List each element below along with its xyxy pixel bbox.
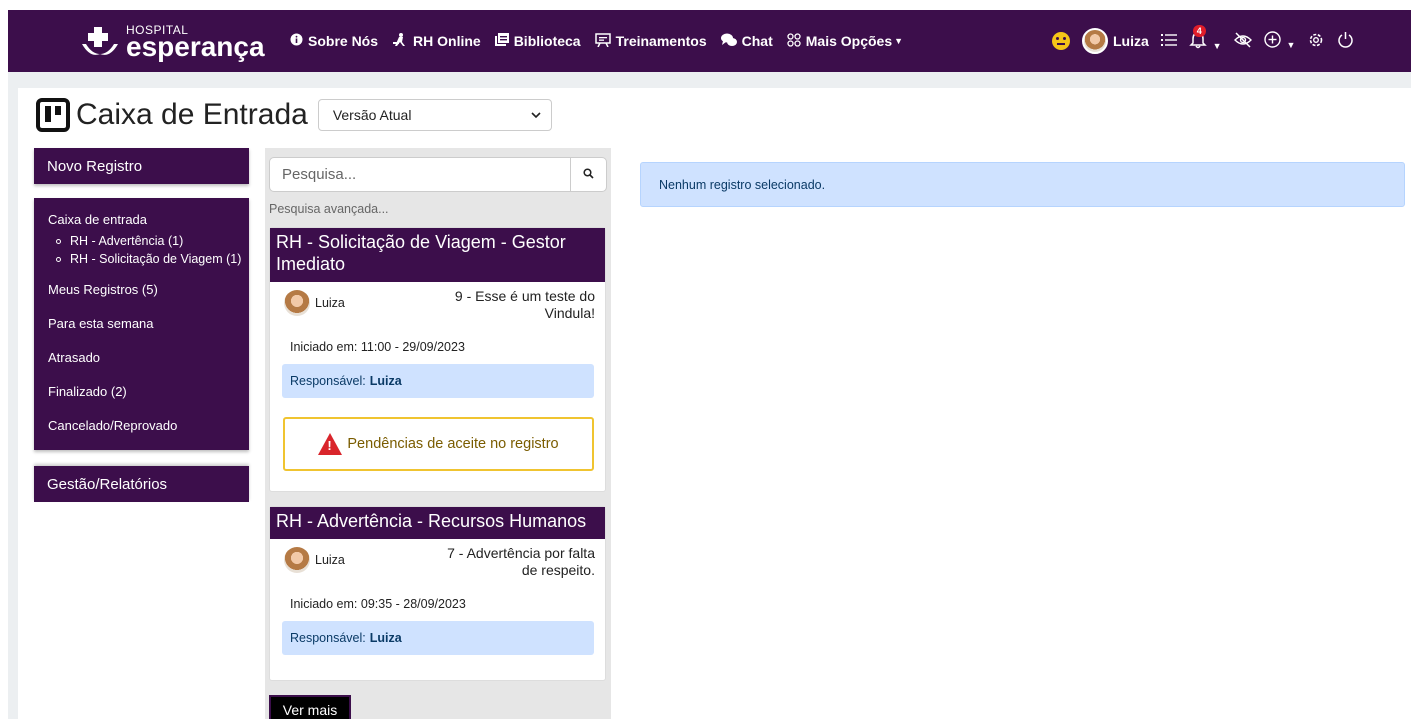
search-box bbox=[269, 157, 607, 192]
nav-mais-opcoes[interactable]: Mais Opções ▼ bbox=[787, 32, 904, 50]
avatar bbox=[284, 290, 310, 316]
person-carry-icon bbox=[392, 32, 408, 50]
advanced-search-link[interactable]: Pesquisa avançada... bbox=[269, 202, 389, 216]
emoji-status-icon[interactable] bbox=[1052, 32, 1070, 50]
caret-down-icon: ▼ bbox=[1212, 40, 1222, 51]
card-title: RH - Solicitação de Viagem - Gestor Imed… bbox=[270, 228, 605, 282]
sidebar-item-inbox[interactable]: Caixa de entrada bbox=[34, 206, 249, 232]
nav-treinamentos[interactable]: Treinamentos bbox=[594, 32, 707, 50]
user-name: Luiza bbox=[1113, 33, 1149, 49]
search-icon bbox=[583, 166, 594, 184]
gear-icon[interactable] bbox=[1307, 31, 1325, 52]
avatar bbox=[1082, 28, 1108, 54]
nav-label: Chat bbox=[741, 33, 773, 49]
list-icon[interactable] bbox=[1160, 33, 1177, 50]
card-title: RH - Advertência - Recursos Humanos bbox=[270, 507, 605, 539]
brand-logo[interactable]: HOSPITAL esperança bbox=[80, 20, 265, 64]
sidebar-item-label: Finalizado (2) bbox=[48, 383, 127, 399]
sidebar-item-late[interactable]: Atrasado bbox=[34, 340, 249, 374]
card-responsible-label: Responsável: bbox=[290, 374, 366, 388]
card-description: 9 - Esse é um teste do Vindula! bbox=[454, 288, 595, 321]
nav-rh-online[interactable]: RH Online bbox=[392, 32, 481, 50]
search-input[interactable] bbox=[270, 166, 570, 183]
power-icon[interactable] bbox=[1337, 31, 1354, 51]
page-header: Caixa de Entrada Versão Atual bbox=[36, 98, 552, 132]
training-icon bbox=[594, 32, 611, 50]
page-title: Caixa de Entrada bbox=[76, 98, 308, 131]
nav-label: Treinamentos bbox=[615, 33, 707, 49]
avatar bbox=[284, 547, 310, 573]
nav-label: Sobre Nós bbox=[308, 33, 379, 49]
library-icon bbox=[494, 33, 509, 49]
card-responsible-label: Responsável: bbox=[290, 631, 366, 645]
nav-chat[interactable]: Chat bbox=[720, 33, 773, 50]
alert-text: Pendências de aceite no registro bbox=[347, 436, 559, 452]
notifications-bell-icon[interactable]: 4 ▼ bbox=[1188, 24, 1222, 52]
new-record-button[interactable]: Novo Registro bbox=[34, 148, 249, 184]
see-more-button[interactable]: Ver mais bbox=[269, 695, 351, 719]
card-responsible: Responsável: Luiza bbox=[282, 364, 594, 398]
sidebar-subitem-viagem[interactable]: RH - Solicitação de Viagem (1) bbox=[56, 250, 249, 268]
management-reports-button[interactable]: Gestão/Relatórios bbox=[34, 466, 249, 502]
card-description: 7 - Advertência por falta de respeito. bbox=[447, 545, 595, 578]
sidebar-item-finished[interactable]: Finalizado (2) bbox=[34, 374, 249, 408]
notification-badge: 4 bbox=[1192, 24, 1206, 37]
eye-off-icon[interactable] bbox=[1233, 31, 1252, 51]
sidebar-item-label: Cancelado/Reprovado bbox=[48, 417, 178, 433]
card-user-name: Luiza bbox=[315, 296, 345, 310]
inbox-sublist: RH - Advertência (1) RH - Solicitação de… bbox=[34, 232, 249, 272]
card-responsible: Responsável: Luiza bbox=[282, 621, 594, 655]
grid-icon bbox=[787, 32, 801, 50]
sidebar-subitem-advertencia[interactable]: RH - Advertência (1) bbox=[56, 232, 249, 250]
card-user: Luiza bbox=[284, 547, 345, 573]
sidebar-item-my-records[interactable]: Meus Registros (5) bbox=[34, 272, 249, 306]
bullet-icon bbox=[56, 256, 61, 262]
nav-label: Biblioteca bbox=[513, 33, 581, 49]
caret-down-icon: ▼ bbox=[894, 36, 904, 46]
sidebar-item-label: Atrasado bbox=[48, 349, 101, 365]
card-responsible-name: Luiza bbox=[369, 631, 402, 645]
card-started-at: Iniciado em: 11:00 - 29/09/2023 bbox=[290, 340, 465, 354]
version-select[interactable]: Versão Atual bbox=[317, 99, 552, 131]
sidebar-item-label: Caixa de entrada bbox=[48, 211, 148, 227]
chat-icon bbox=[720, 33, 737, 50]
version-select-value: Versão Atual bbox=[332, 107, 412, 123]
sidebar-subitem-label: RH - Advertência (1) bbox=[70, 234, 184, 248]
kanban-board-icon bbox=[36, 98, 70, 132]
top-navbar: HOSPITAL esperança Sobre Nós RH Online B… bbox=[8, 10, 1411, 72]
record-card[interactable]: RH - Solicitação de Viagem - Gestor Imed… bbox=[269, 227, 606, 492]
top-strip bbox=[0, 0, 1411, 10]
caret-down-icon: ▼ bbox=[1286, 40, 1296, 50]
chevron-down-icon bbox=[531, 108, 541, 122]
card-user: Luiza bbox=[284, 290, 345, 316]
search-button[interactable] bbox=[570, 158, 606, 191]
sidebar-item-label: Para esta semana bbox=[48, 315, 154, 331]
sidebar: Novo Registro Caixa de entrada RH - Adve… bbox=[34, 148, 249, 502]
main-nav: Sobre Nós RH Online Biblioteca Treinamen… bbox=[290, 10, 917, 72]
add-circle-icon[interactable]: ▼ bbox=[1263, 31, 1296, 51]
nav-right-tools: Luiza 4 ▼ ▼ bbox=[1052, 10, 1366, 72]
nav-label: Mais Opções bbox=[805, 33, 893, 49]
pending-acceptance-alert: ! Pendências de aceite no registro bbox=[283, 417, 594, 471]
card-user-name: Luiza bbox=[315, 553, 345, 567]
hands-cross-icon bbox=[80, 24, 120, 60]
nav-label: RH Online bbox=[413, 33, 481, 49]
sidebar-item-cancelled[interactable]: Cancelado/Reprovado bbox=[34, 408, 249, 442]
user-menu[interactable]: Luiza bbox=[1082, 28, 1149, 54]
warning-triangle-icon: ! bbox=[318, 433, 343, 455]
sidebar-item-label: Meus Registros (5) bbox=[48, 281, 158, 297]
sidebar-subitem-label: RH - Solicitação de Viagem (1) bbox=[70, 252, 242, 266]
info-circle-icon bbox=[290, 33, 303, 49]
nav-biblioteca[interactable]: Biblioteca bbox=[494, 33, 581, 49]
card-responsible-name: Luiza bbox=[369, 374, 402, 388]
card-started-at: Iniciado em: 09:35 - 28/09/2023 bbox=[290, 597, 466, 611]
bullet-icon bbox=[56, 238, 61, 244]
nav-sobre-nos[interactable]: Sobre Nós bbox=[290, 33, 378, 49]
sidebar-item-this-week[interactable]: Para esta semana bbox=[34, 306, 249, 340]
record-detail-empty-alert: Nenhum registro selecionado. bbox=[640, 162, 1405, 207]
records-list-panel: Pesquisa avançada... RH - Solicitação de… bbox=[265, 148, 611, 719]
record-card[interactable]: RH - Advertência - Recursos Humanos Luiz… bbox=[269, 506, 606, 681]
brand-name: esperança bbox=[126, 30, 265, 62]
sidebar-menu: Caixa de entrada RH - Advertência (1) RH… bbox=[34, 198, 249, 450]
